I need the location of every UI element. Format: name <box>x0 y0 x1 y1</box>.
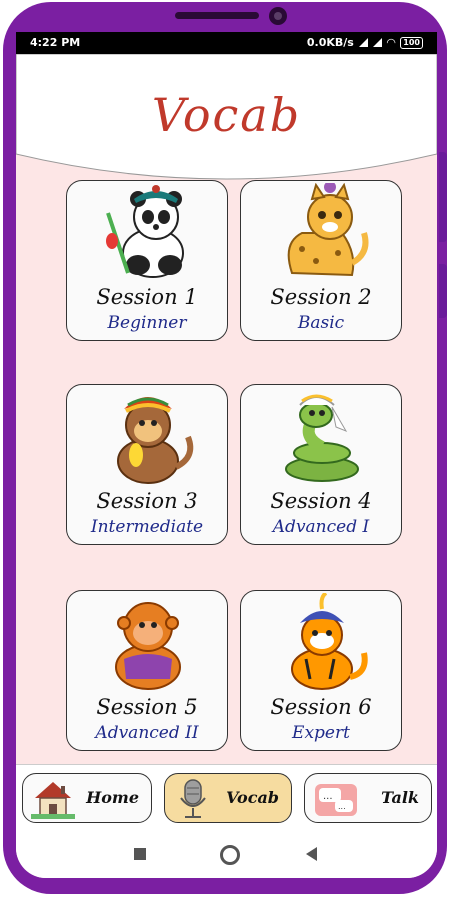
back-button[interactable] <box>306 847 317 861</box>
tab-label: Home <box>86 788 139 807</box>
session-level: Advanced I <box>272 517 370 537</box>
session-name: Session 1 <box>96 285 198 309</box>
session-level: Advanced II <box>95 723 199 743</box>
panda-icon <box>106 185 184 278</box>
speaker-grille <box>175 12 259 19</box>
session-name: Session 4 <box>270 489 372 513</box>
phone-frame: 4:22 PM 0.0KB/s ◠ 100 Vocab Session 1 Be… <box>3 2 447 894</box>
bottom-navigation: Home Vocab ... ... Talk <box>16 764 437 831</box>
session-name: Session 6 <box>270 695 372 719</box>
home-button[interactable] <box>220 845 240 865</box>
session-card-6[interactable]: Session 6 Expert <box>240 590 402 751</box>
power-button <box>439 264 447 318</box>
chat-bubble-icon: ... ... <box>315 784 357 816</box>
session-card-5[interactable]: Session 5 Advanced II <box>66 590 228 751</box>
house-icon <box>31 782 75 819</box>
session-level: Expert <box>292 723 350 743</box>
svg-text:...: ... <box>338 802 346 811</box>
snake-icon <box>285 394 359 482</box>
session-level: Beginner <box>107 313 187 333</box>
status-bar: 4:22 PM 0.0KB/s ◠ 100 <box>16 32 437 54</box>
tab-vocab[interactable]: Vocab <box>164 773 292 823</box>
orangutan-icon <box>115 602 181 690</box>
session-name: Session 2 <box>270 285 372 309</box>
session-card-4[interactable]: Session 4 Advanced I <box>240 384 402 545</box>
system-navigation <box>16 830 437 878</box>
front-camera <box>269 7 287 25</box>
app-screen: 4:22 PM 0.0KB/s ◠ 100 Vocab Session 1 Be… <box>16 32 437 878</box>
session-card-1[interactable]: Session 1 Beginner <box>66 180 228 341</box>
wifi-icon: ◠ <box>386 36 396 49</box>
network-speed: 0.0KB/s <box>306 36 354 49</box>
microphone-icon <box>180 779 206 818</box>
tab-label: Vocab <box>226 788 279 807</box>
svg-text:...: ... <box>323 791 333 802</box>
monkey-icon <box>117 397 194 484</box>
signal-icon-2 <box>372 38 382 47</box>
battery-icon: 100 <box>400 36 423 49</box>
page-title: Vocab <box>151 88 302 142</box>
session-level: Intermediate <box>90 517 204 537</box>
tab-home[interactable]: Home <box>22 773 152 823</box>
header: Vocab <box>16 54 437 182</box>
session-card-3[interactable]: Session 3 Intermediate <box>66 384 228 545</box>
session-name: Session 3 <box>96 489 198 513</box>
session-card-2[interactable]: Session 2 Basic <box>240 180 402 341</box>
tiger-icon <box>291 593 368 690</box>
session-level: Basic <box>297 313 345 333</box>
status-time: 4:22 PM <box>30 36 81 49</box>
signal-icon <box>358 38 368 47</box>
volume-button <box>439 152 447 242</box>
tab-talk[interactable]: ... ... Talk <box>304 773 432 823</box>
session-name: Session 5 <box>96 695 198 719</box>
recent-apps-button[interactable] <box>134 848 146 860</box>
cheetah-icon <box>287 183 369 277</box>
tab-label: Talk <box>381 788 419 807</box>
